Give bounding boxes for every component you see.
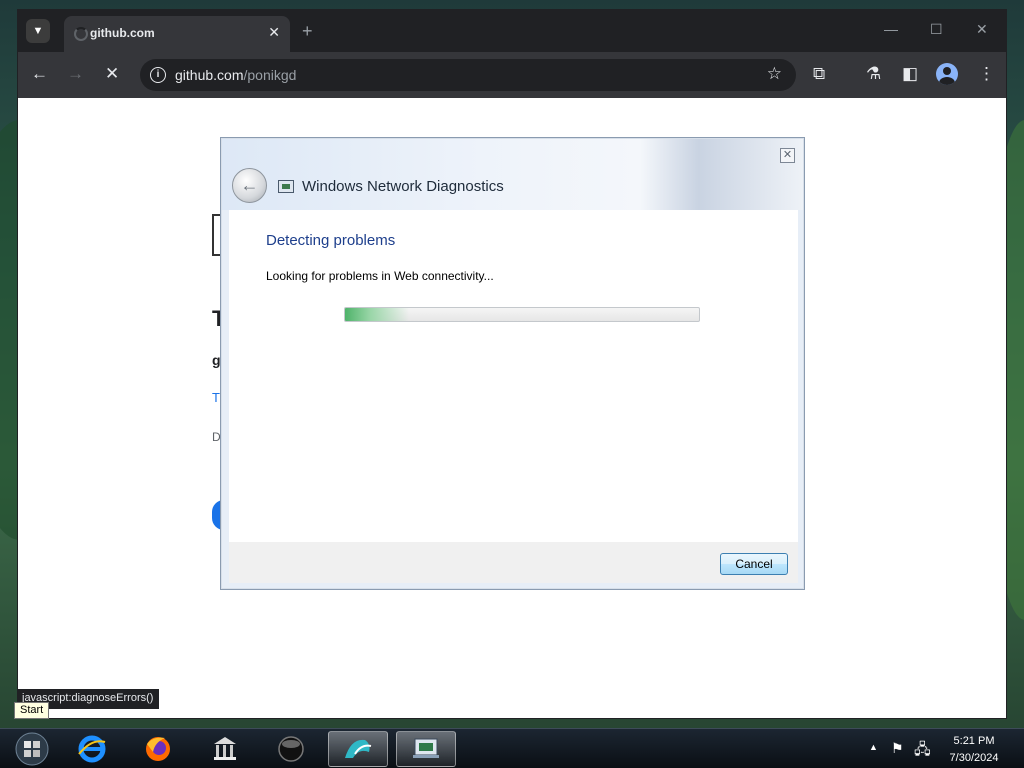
tab-github[interactable]: github.com ✕ <box>64 16 290 52</box>
labs-flask-icon[interactable]: ⚗ <box>866 64 881 84</box>
dialog-footer: Cancel <box>229 542 798 583</box>
bookmark-star-icon[interactable]: ☆ <box>767 64 782 84</box>
stop-loading-icon[interactable]: ✕ <box>105 64 119 84</box>
network-diagnostics-icon <box>278 180 294 193</box>
tab-search-dropdown[interactable]: ▼ <box>26 19 50 43</box>
start-tooltip: Start <box>14 702 50 719</box>
progress-bar-fill <box>345 308 409 321</box>
back-arrow-icon: ← <box>240 175 259 195</box>
tray-show-hidden-icon[interactable]: ▲ <box>869 742 878 752</box>
progress-bar <box>344 307 700 322</box>
back-arrow-icon[interactable]: ← <box>31 64 48 84</box>
internet-explorer-icon[interactable] <box>62 731 122 767</box>
media-player-icon[interactable] <box>261 731 321 767</box>
network-diagnostics-task-icon[interactable] <box>396 731 456 767</box>
page-logo-fragment <box>212 214 220 256</box>
dialog-close-button[interactable]: ✕ <box>780 148 795 163</box>
loading-spinner-icon <box>74 27 88 41</box>
dialog-content: Detecting problems Looking for problems … <box>229 210 798 542</box>
url-host: github.com <box>175 67 244 83</box>
tab-title: github.com <box>90 26 155 40</box>
firefox-icon[interactable] <box>128 731 188 767</box>
dialog-header: ← Windows Network Diagnostics ✕ <box>222 139 803 210</box>
forward-arrow-icon[interactable]: → <box>67 64 84 84</box>
start-button[interactable] <box>4 731 60 767</box>
back-button[interactable]: ← <box>232 168 267 203</box>
extensions-icon[interactable]: ⧉ <box>813 64 825 84</box>
dialog-title: Windows Network Diagnostics <box>302 178 504 195</box>
windows-logo-icon <box>15 732 49 766</box>
page-link-fragment[interactable]: T <box>212 390 220 405</box>
tray-clock-time[interactable]: 5:21 PM <box>946 735 1002 747</box>
tray-network-disconnected-icon[interactable]: 🖧 <box>914 739 931 764</box>
menu-kebab-icon[interactable]: ⋮ <box>978 64 995 84</box>
browser-toolbar: ← → ✕ i github.com/ponikgd ☆ ⧉ ⚗ ◧ ⋮ <box>18 52 1006 98</box>
cancel-button[interactable]: Cancel <box>720 553 788 575</box>
tray-action-center-icon[interactable]: ⚑ <box>891 740 904 757</box>
taskbar: ▲ ⚑ 🖧 5:21 PM 7/30/2024 <box>0 728 1024 768</box>
url-path: /ponikgd <box>243 67 297 83</box>
photo-viewer-icon[interactable] <box>328 731 388 767</box>
tray-clock-date[interactable]: 7/30/2024 <box>940 752 1008 764</box>
network-diagnostics-dialog: ← Windows Network Diagnostics ✕ Detectin… <box>220 137 805 590</box>
tab-close-icon[interactable]: ✕ <box>268 24 280 41</box>
close-window-icon[interactable]: ✕ <box>976 21 988 38</box>
tab-bar: ▼ github.com ✕ + — ☐ ✕ <box>18 10 1006 52</box>
new-tab-icon[interactable]: + <box>302 21 313 42</box>
maximize-icon[interactable]: ☐ <box>930 21 943 38</box>
dialog-heading: Detecting problems <box>266 232 396 249</box>
address-bar[interactable]: i github.com/ponikgd ☆ <box>140 59 796 91</box>
profile-avatar-icon[interactable] <box>936 63 958 85</box>
url-text: github.com/ponikgd <box>175 67 296 83</box>
dialog-status-text: Looking for problems in Web connectivity… <box>266 269 494 283</box>
side-panel-icon[interactable]: ◧ <box>902 64 918 84</box>
site-info-icon[interactable]: i <box>150 67 166 83</box>
library-icon[interactable] <box>195 731 255 767</box>
minimize-icon[interactable]: — <box>884 21 898 37</box>
